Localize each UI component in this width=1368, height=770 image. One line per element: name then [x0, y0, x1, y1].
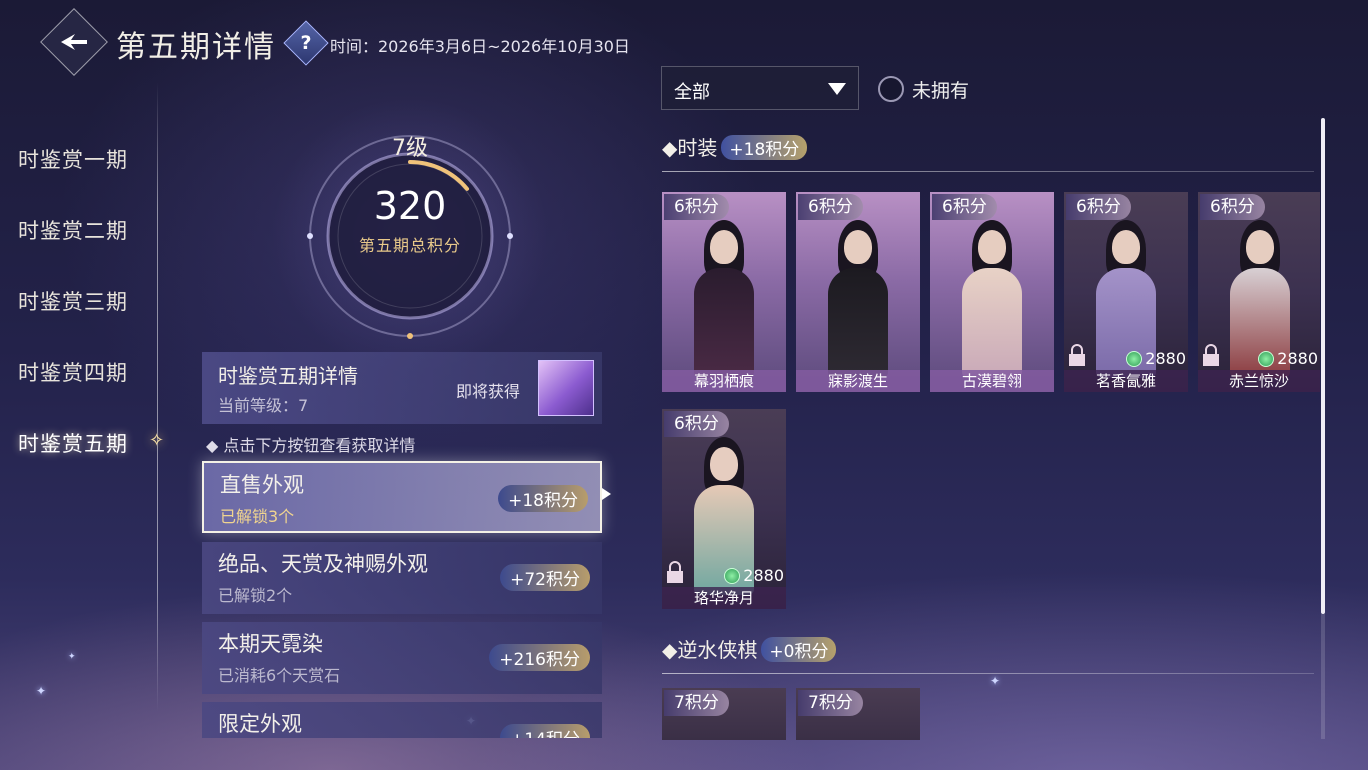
- reward-soon-label: 即将获得: [456, 382, 521, 401]
- section-divider: [662, 171, 1314, 172]
- jade-coin-icon: [724, 567, 741, 584]
- section-name: 时装: [677, 136, 718, 160]
- section-divider: [662, 673, 1314, 674]
- hint-text: ◆ 点击下方按钮查看获取详情: [206, 436, 416, 455]
- detail-title: 时鉴赏五期详情: [218, 364, 358, 388]
- section-name: 逆水侠棋: [677, 638, 758, 662]
- star-decoration: ✦: [36, 684, 47, 698]
- costume-name: 茗香氤雅: [1064, 370, 1188, 392]
- character-portrait: [1226, 212, 1294, 378]
- event-time: 时间：2026年3月6日~2026年10月30日: [330, 37, 630, 56]
- costume-name: 珞华净月: [662, 587, 786, 609]
- help-icon: ?: [300, 32, 312, 54]
- price-tag: 2880: [1258, 349, 1318, 368]
- lock-icon: [1069, 344, 1085, 366]
- scrollbar-track[interactable]: [1321, 614, 1325, 739]
- score-label: 第五期总积分: [358, 236, 461, 255]
- task-direct-sale[interactable]: 直售外观 已解锁3个 +18积分: [202, 461, 602, 533]
- task-limited-appearance[interactable]: 限定外观 +14积分: [202, 702, 602, 738]
- task-status: 已消耗6个天赏石: [218, 666, 341, 685]
- points-badge: 6积分: [664, 194, 729, 220]
- costume-card[interactable]: 6积分 古漠碧翎: [930, 192, 1054, 392]
- price-value: 2880: [743, 566, 784, 585]
- sidebar-item-period-3[interactable]: 时鉴赏三期: [18, 286, 128, 316]
- points-badge: 6积分: [798, 194, 863, 220]
- task-name: 本期天霓染: [218, 632, 323, 656]
- jade-coin-icon: [1258, 350, 1275, 367]
- not-owned-radio[interactable]: [878, 76, 904, 102]
- active-marker-icon: ✧: [149, 430, 165, 451]
- star-decoration: ✦: [68, 652, 76, 662]
- price-value: 2880: [1277, 349, 1318, 368]
- task-points-badge: +72积分: [500, 564, 590, 591]
- points-badge: 7积分: [798, 690, 863, 716]
- task-name: 绝品、天赏及神赐外观: [218, 552, 428, 576]
- section-costume-title: ◆时装 +18积分: [662, 132, 808, 161]
- costume-name: 古漠碧翎: [930, 370, 1054, 392]
- task-points-badge: +18积分: [498, 485, 588, 512]
- level-label: 7级: [392, 136, 428, 161]
- filter-value: 全部: [674, 82, 710, 103]
- points-badge: 6积分: [664, 411, 729, 437]
- task-dye[interactable]: 本期天霓染 已消耗6个天赏石 +216积分: [202, 622, 602, 694]
- costume-name: 寐影渡生: [796, 370, 920, 392]
- character-portrait: [690, 212, 758, 378]
- jade-coin-icon: [1126, 350, 1143, 367]
- lock-icon: [1203, 344, 1219, 366]
- task-premium-appearance[interactable]: 绝品、天赏及神赐外观 已解锁2个 +72积分: [202, 542, 602, 614]
- costume-name: 赤兰惊沙: [1198, 370, 1320, 392]
- scrollbar-thumb[interactable]: [1321, 118, 1325, 614]
- task-status: 已解锁2个: [218, 586, 293, 605]
- period-detail-card[interactable]: 时鉴赏五期详情 当前等级：7 即将获得: [202, 352, 602, 424]
- price-tag: 2880: [1126, 349, 1186, 368]
- points-badge: 6积分: [1066, 194, 1131, 220]
- lock-icon: [667, 561, 683, 583]
- task-points-badge: +216积分: [489, 644, 590, 671]
- page-title: 第五期详情: [116, 30, 276, 65]
- costume-card[interactable]: 6积分 幕羽栖痕: [662, 192, 786, 392]
- costume-name: 幕羽栖痕: [662, 370, 786, 392]
- sidebar-item-period-4[interactable]: 时鉴赏四期: [18, 357, 128, 387]
- character-portrait: [824, 212, 892, 378]
- character-portrait: [958, 212, 1026, 378]
- selected-arrow-icon: [602, 488, 611, 500]
- chess-card[interactable]: 7积分: [662, 688, 786, 740]
- task-points-badge: +14积分: [500, 724, 590, 738]
- sidebar-item-period-2[interactable]: 时鉴赏二期: [18, 215, 128, 245]
- points-badge: 6积分: [1200, 194, 1265, 220]
- price-value: 2880: [1145, 349, 1186, 368]
- points-badge: 7积分: [664, 690, 729, 716]
- character-portrait: [1092, 212, 1160, 378]
- sidebar-divider: [157, 82, 158, 712]
- costume-card[interactable]: 6积分 寐影渡生: [796, 192, 920, 392]
- not-owned-label[interactable]: 未拥有: [912, 76, 969, 103]
- star-decoration: ✦: [990, 674, 1001, 688]
- section-points-badge: +18积分: [721, 135, 808, 160]
- costume-card[interactable]: 6积分 2880 赤兰惊沙: [1198, 192, 1320, 392]
- current-level: 当前等级：7: [218, 396, 309, 415]
- hint-label: 点击下方按钮查看获取详情: [223, 436, 416, 455]
- price-tag: 2880: [724, 566, 784, 585]
- sidebar-item-period-5[interactable]: 时鉴赏五期: [18, 428, 128, 458]
- category-filter-select[interactable]: 全部: [661, 66, 859, 110]
- reward-thumbnail[interactable]: [538, 360, 594, 416]
- sidebar-item-period-1[interactable]: 时鉴赏一期: [18, 144, 128, 174]
- task-status: 已解锁3个: [220, 507, 295, 526]
- score-ring: 7级 320 第五期总积分: [260, 86, 560, 386]
- costume-card[interactable]: 6积分 2880 珞华净月: [662, 409, 786, 609]
- section-points-badge: +0积分: [761, 637, 837, 662]
- task-name: 限定外观: [218, 712, 302, 736]
- back-arrow-icon: [50, 18, 98, 66]
- total-score: 320: [373, 184, 447, 228]
- section-chess-title: ◆逆水侠棋 +0积分: [662, 634, 837, 663]
- chess-card[interactable]: 7积分: [796, 688, 920, 740]
- character-portrait: [690, 429, 758, 595]
- task-name: 直售外观: [220, 473, 304, 497]
- costume-card[interactable]: 6积分 2880 茗香氤雅: [1064, 192, 1188, 392]
- dropdown-caret-icon: [828, 83, 846, 95]
- points-badge: 6积分: [932, 194, 997, 220]
